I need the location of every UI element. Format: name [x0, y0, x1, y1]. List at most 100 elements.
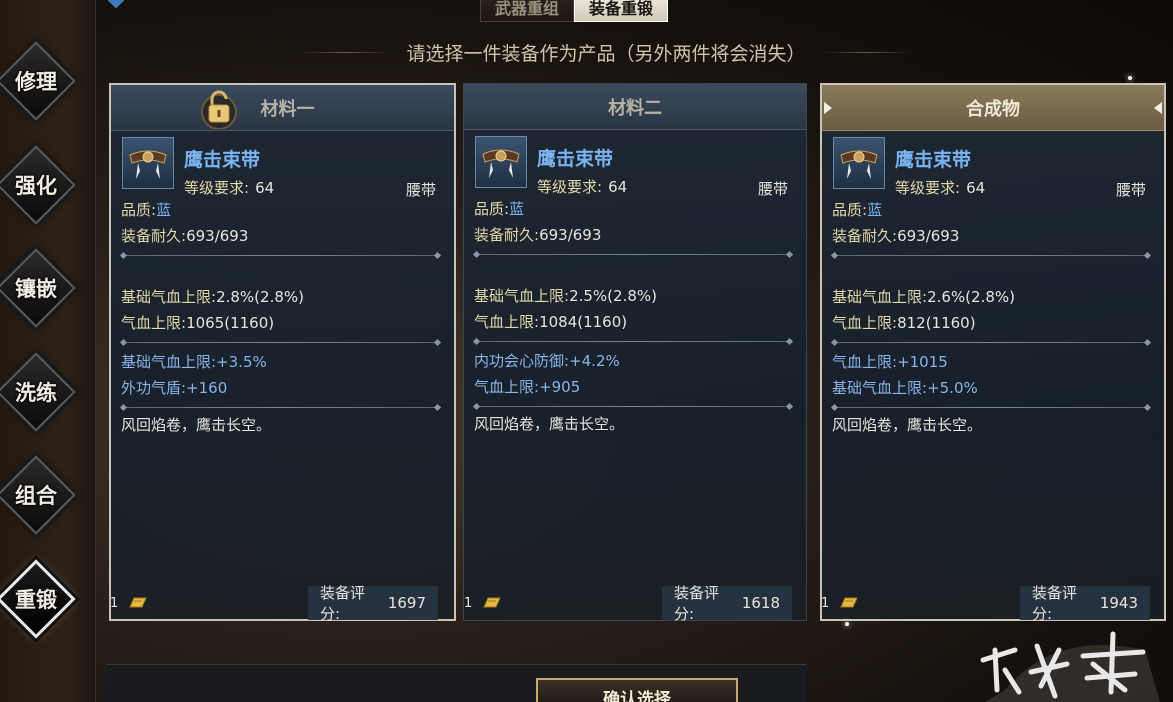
score-value: 1943: [1099, 594, 1138, 612]
divider: [123, 255, 438, 256]
stat-label: 基础气血上限:: [121, 288, 217, 306]
side-menu-label: 组合: [15, 483, 57, 508]
stat-value: +160: [186, 379, 228, 397]
item-row: 鹰击束带 等级要求: 64 腰带: [111, 137, 454, 199]
divider: [123, 407, 438, 408]
stat-label: 气血上限:: [832, 314, 898, 332]
side-menu-inlay[interactable]: 镶嵌: [0, 248, 76, 328]
divider: [834, 255, 1148, 256]
item-count: 1: [821, 595, 830, 611]
belt-icon[interactable]: [122, 137, 174, 189]
extra-stat-line: 内功会心防御:+4.2%: [464, 348, 806, 374]
belt-icon[interactable]: [475, 136, 527, 188]
belt-graphic: [482, 149, 520, 178]
side-menu-label: 重锻: [15, 587, 57, 612]
side-menu-enhance[interactable]: 强化: [0, 145, 76, 225]
level-requirement: 等级要求: 64: [184, 177, 274, 198]
stat-value: 2.6%(2.8%): [927, 288, 1015, 306]
item-name: 鹰击束带: [537, 148, 614, 170]
lock-icon[interactable]: [199, 85, 239, 129]
item-count-row: 1: [821, 586, 859, 620]
divider: [476, 406, 790, 407]
panel-header: 合成物: [822, 85, 1164, 131]
score-value: 1618: [741, 594, 780, 612]
material-one-panel[interactable]: 材料一 鹰击束带 等级要求: 64 腰带 品质:蓝 装备耐久:693/693 基础…: [109, 83, 456, 621]
quality-value: 蓝: [509, 200, 525, 218]
panel-header: 材料二: [464, 84, 806, 130]
item-row: 鹰击束带 等级要求: 64 腰带: [464, 136, 806, 198]
flavor-text: 风回焰卷，鹰击长空。: [832, 416, 983, 434]
gold-ingot-icon: [840, 597, 859, 608]
item-type: 腰带: [1115, 181, 1146, 199]
subtitle-line-left: [300, 51, 391, 53]
stat-value: 2.8%(2.8%): [216, 288, 304, 306]
stat-label: 基础气血上限:: [832, 379, 928, 397]
score-box: 装备评分: 1697: [308, 584, 438, 623]
level-requirement: 等级要求: 64: [537, 176, 627, 197]
belt-icon[interactable]: [833, 137, 885, 189]
score-label: 装备评分:: [674, 584, 720, 623]
divider: [834, 342, 1148, 343]
score-label: 装备评分:: [320, 584, 366, 623]
score-value: 1697: [387, 594, 426, 612]
product-panel[interactable]: 合成物 鹰击束带 等级要求: 64 腰带 品质:蓝 装备耐久:693/693 基础…: [820, 83, 1166, 621]
durability-line: 装备耐久:693/693: [822, 223, 1164, 249]
base-stat-line: 气血上限:812(1160): [822, 310, 1164, 336]
side-menu-combine[interactable]: 组合: [0, 455, 76, 535]
stat-label: 基础气血上限:: [832, 288, 928, 306]
extra-stat-line: 气血上限:+905: [464, 374, 806, 400]
side-menu-reforge[interactable]: 重锻: [0, 559, 76, 639]
base-stat-line: 气血上限:1065(1160): [111, 310, 454, 336]
quality-value: 蓝: [156, 201, 172, 219]
stat-label: 气血上限:: [121, 314, 187, 332]
page-subtitle: 请选择一件装备作为产品（另外两件将会消失）: [406, 42, 806, 65]
item-type: 腰带: [757, 180, 788, 198]
divider: [476, 254, 790, 255]
durability-line: 装备耐久:693/693: [464, 222, 806, 248]
flavor-text: 风回焰卷，鹰击长空。: [474, 415, 625, 433]
quality-label: 品质:: [121, 201, 157, 219]
stat-label: 基础气血上限:: [121, 353, 217, 371]
side-menu-repair[interactable]: 修理: [0, 41, 76, 121]
durability-value: 693/693: [539, 226, 602, 244]
stat-value: 2.5%(2.8%): [569, 287, 657, 305]
tab-weapon-recombine[interactable]: 武器重组: [480, 0, 575, 22]
top-tab-bar: 武器重组 装备重锻: [480, 0, 669, 22]
panel-title: 合成物: [966, 98, 1020, 120]
quality-line: 品质:蓝: [822, 197, 1164, 223]
side-menu-label: 洗练: [15, 380, 57, 405]
divider: [476, 341, 790, 342]
durability-value: 693/693: [897, 227, 960, 245]
stat-value: +5.0%: [927, 379, 978, 397]
sparkle-icon: [845, 622, 849, 626]
side-menu-refine[interactable]: 洗练: [0, 352, 76, 432]
stat-label: 气血上限:: [832, 353, 898, 371]
durability-label: 装备耐久:: [121, 227, 187, 245]
stat-label: 基础气血上限:: [474, 287, 570, 305]
extra-stat-line: 外功气盾:+160: [111, 375, 454, 401]
level-value: 64: [608, 178, 628, 196]
game-logo: [980, 631, 1160, 702]
durability-line: 装备耐久:693/693: [111, 223, 454, 249]
arrow-left-icon: [824, 102, 832, 114]
level-requirement: 等级要求: 64: [895, 177, 985, 198]
arrow-right-icon: [1154, 102, 1162, 114]
stat-label: 内功会心防御:: [474, 352, 570, 370]
stat-value: +905: [539, 378, 581, 396]
panel-title: 材料二: [608, 97, 662, 119]
material-two-panel[interactable]: 材料二 鹰击束带 等级要求: 64 腰带 品质:蓝 装备耐久:693/693 基础…: [463, 83, 807, 621]
quality-label: 品质:: [474, 200, 510, 218]
tab-equipment-reforge[interactable]: 装备重锻: [574, 0, 669, 22]
level-value: 64: [966, 179, 986, 197]
gold-ingot-icon: [483, 597, 502, 608]
durability-label: 装备耐久:: [474, 226, 540, 244]
item-name: 鹰击束带: [184, 149, 261, 171]
score-box: 装备评分: 1618: [662, 584, 792, 623]
durability-label: 装备耐久:: [832, 227, 898, 245]
subtitle-line-right: [821, 51, 913, 53]
stat-value: +1015: [897, 353, 948, 371]
confirm-selection-button[interactable]: 确认选择: [536, 678, 738, 702]
panel-header: 材料一: [111, 85, 454, 131]
side-menu-label: 镶嵌: [15, 276, 57, 301]
belt-graphic: [840, 150, 878, 179]
